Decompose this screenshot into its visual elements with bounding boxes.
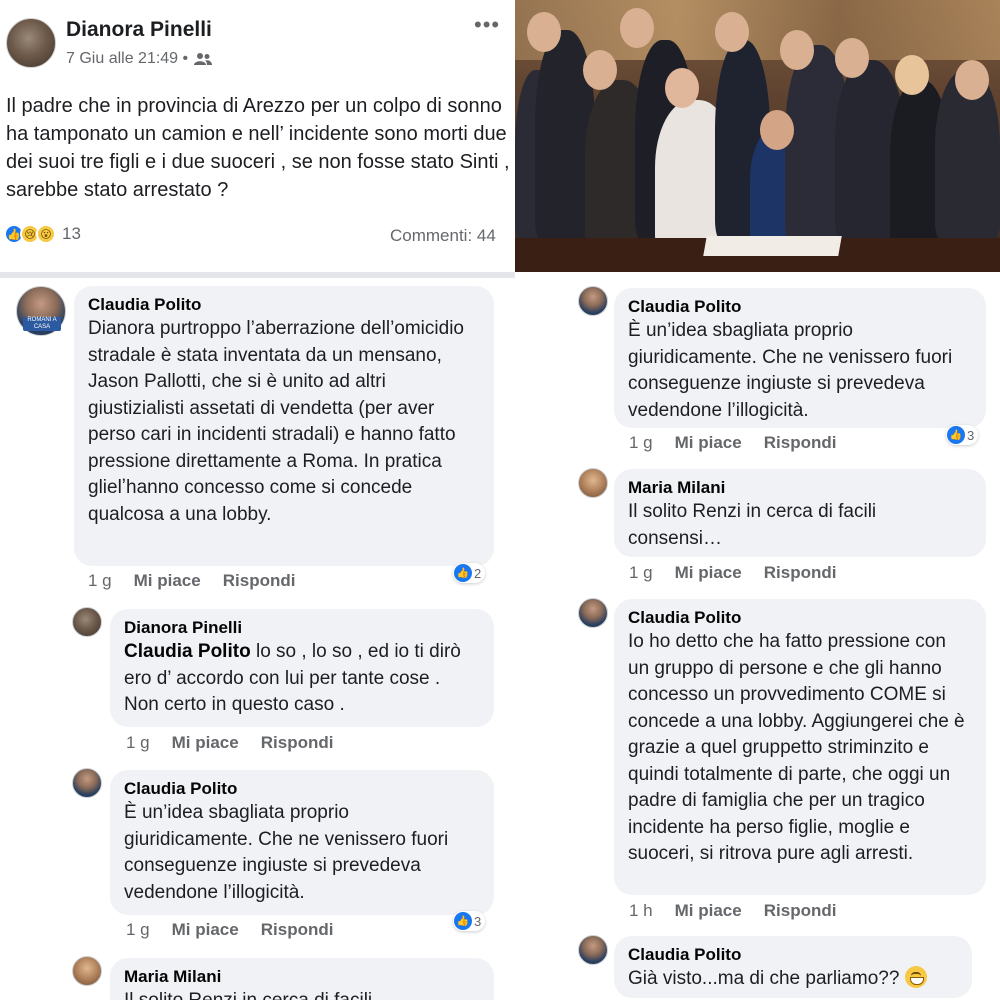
comment-author[interactable]: Claudia Polito	[124, 778, 480, 800]
comment-reactions[interactable]: 👍 3	[453, 911, 486, 931]
comment-avatar[interactable]	[578, 935, 608, 965]
comment-time[interactable]: 1 g	[126, 920, 150, 940]
like-button[interactable]: Mi piace	[172, 733, 239, 753]
post-timestamp[interactable]: 7 Giu alle 21:49 •	[66, 50, 188, 68]
comment-author[interactable]: Dianora Pinelli	[124, 617, 480, 639]
comment-bubble: Claudia Polito È un’idea sbagliata propr…	[614, 288, 986, 428]
like-button[interactable]: Mi piace	[675, 433, 742, 453]
post-text: Il padre che in provincia di Arezzo per …	[6, 95, 510, 201]
reply-button[interactable]: Rispondi	[764, 433, 837, 453]
reply-button[interactable]: Rispondi	[261, 920, 334, 940]
friends-audience-icon	[194, 53, 213, 65]
comment-actions: 1 g Mi piace Rispondi	[88, 571, 317, 591]
comment-bubble: Maria Milani Il solito Renzi in cerca di…	[614, 469, 986, 557]
like-button[interactable]: Mi piace	[675, 901, 742, 921]
post-reactions[interactable]: 👍 😢 😮 13	[4, 224, 81, 244]
section-divider	[0, 272, 515, 278]
comment-reactions[interactable]: 👍 3	[946, 425, 979, 445]
like-button[interactable]: Mi piace	[172, 920, 239, 940]
comment-avatar[interactable]	[72, 607, 102, 637]
comment-author[interactable]: Maria Milani	[628, 477, 972, 499]
mention-link[interactable]: Claudia Polito	[124, 641, 251, 662]
comment-actions: 1 g Mi piace Rispondi	[126, 920, 355, 940]
post-options-button[interactable]: •••	[474, 12, 500, 38]
comment-actions: 1 g Mi piace Rispondi	[629, 433, 858, 453]
reply-button[interactable]: Rispondi	[764, 901, 837, 921]
comment-author[interactable]: Claudia Polito	[628, 944, 958, 966]
post-author-avatar[interactable]	[6, 18, 56, 68]
post-meta: 7 Giu alle 21:49 •	[66, 50, 213, 68]
reply-button[interactable]: Rispondi	[223, 571, 296, 591]
reply-button[interactable]: Rispondi	[764, 563, 837, 583]
comment-bubble: Claudia Polito Già visto...ma di che par…	[614, 936, 972, 998]
comment-avatar[interactable]	[72, 956, 102, 986]
comment-time[interactable]: 1 g	[126, 733, 150, 753]
comment-text: Io ho detto che ha fatto pressione con u…	[628, 631, 965, 864]
comment-avatar[interactable]: ROMANI A CASA	[16, 286, 66, 336]
comment-time[interactable]: 1 g	[88, 571, 112, 591]
comment-actions: 1 g Mi piace Rispondi	[126, 733, 355, 753]
comment-time[interactable]: 1 g	[629, 563, 653, 583]
comment-author[interactable]: Claudia Polito	[628, 296, 972, 318]
comment-reactions[interactable]: 👍 2	[453, 563, 486, 583]
comment-text: Già visto...ma di che parliamo??	[628, 966, 958, 993]
comment-text: Claudia Polito lo so , lo so , ed io ti …	[124, 641, 461, 715]
like-button[interactable]: Mi piace	[134, 571, 201, 591]
comment-text: Dianora purtroppo l’aberrazione dell’omi…	[88, 318, 464, 525]
wow-reaction-icon: 😮	[36, 224, 56, 244]
comment-author[interactable]: Claudia Polito	[628, 607, 972, 629]
comment-text: È un’idea sbagliata proprio giuridicamen…	[628, 320, 953, 421]
comment-bubble: Claudia Polito Io ho detto che ha fatto …	[614, 599, 986, 895]
comment-avatar[interactable]	[578, 286, 608, 316]
reply-button[interactable]: Rispondi	[261, 733, 334, 753]
comment-author[interactable]: Claudia Polito	[88, 294, 480, 316]
reaction-count: 13	[62, 224, 81, 243]
comment-text: Il solito Renzi in cerca di facili conse…	[628, 501, 877, 549]
comment-bubble: Claudia Polito È un’idea sbagliata propr…	[110, 770, 494, 915]
comment-avatar[interactable]	[72, 768, 102, 798]
comments-count-link[interactable]: Commenti: 44	[390, 226, 496, 246]
like-button[interactable]: Mi piace	[675, 563, 742, 583]
comment-text: Il solito Renzi in cerca di facili	[124, 988, 480, 1000]
grinning-sweat-emoji-icon	[904, 966, 927, 988]
comment-avatar[interactable]	[578, 598, 608, 628]
comment-text: È un’idea sbagliata proprio giuridicamen…	[124, 802, 449, 903]
comment-avatar[interactable]	[578, 468, 608, 498]
comment-bubble: Dianora Pinelli Claudia Polito lo so , l…	[110, 609, 494, 727]
comment-time[interactable]: 1 h	[629, 901, 653, 921]
comment-actions: 1 h Mi piace Rispondi	[629, 901, 858, 921]
avatar-badge: ROMANI A CASA	[23, 317, 61, 331]
comment-time[interactable]: 1 g	[629, 433, 653, 453]
comment-actions: 1 g Mi piace Rispondi	[629, 563, 858, 583]
comment-author[interactable]: Maria Milani	[124, 966, 480, 988]
like-icon: 👍	[454, 564, 472, 582]
post-author-name[interactable]: Dianora Pinelli	[66, 18, 212, 42]
post-photo[interactable]	[515, 0, 1000, 272]
like-icon: 👍	[947, 426, 965, 444]
comment-bubble: Claudia Polito Dianora purtroppo l’aberr…	[74, 286, 494, 566]
comment-bubble: Maria Milani Il solito Renzi in cerca di…	[110, 958, 494, 1000]
like-icon: 👍	[454, 912, 472, 930]
